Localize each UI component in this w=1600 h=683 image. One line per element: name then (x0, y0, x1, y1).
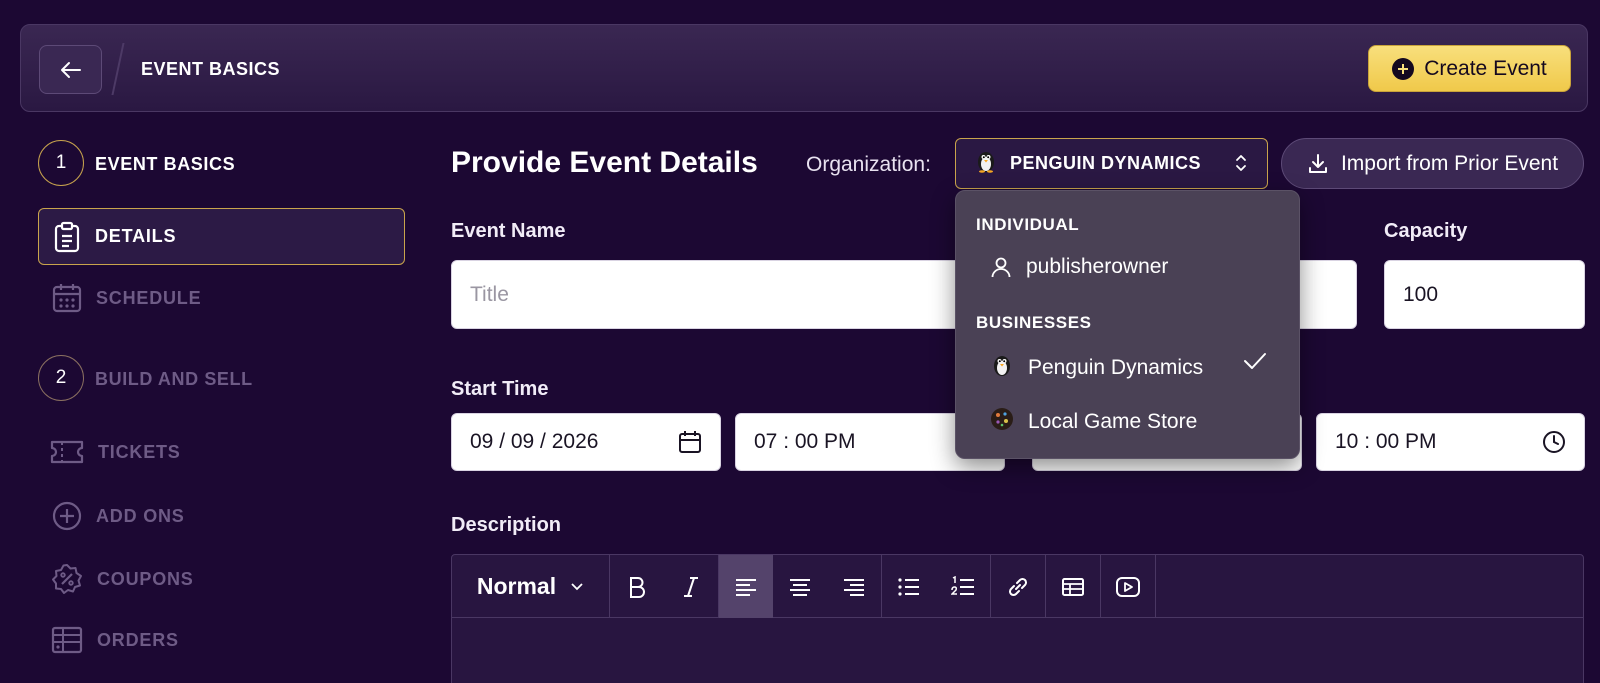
capacity-label: Capacity (1384, 220, 1468, 242)
ticket-icon (50, 440, 84, 464)
calendar-icon (52, 284, 82, 313)
italic-icon (684, 576, 698, 597)
create-event-label: Create Event (1424, 56, 1547, 80)
top-bar: EVENT BASICS Create Event (20, 24, 1588, 112)
page-breadcrumb-title: EVENT BASICS (141, 59, 281, 79)
align-left-button[interactable] (719, 555, 773, 618)
sidebar-item-orders[interactable]: ORDERS (51, 626, 179, 654)
bullet-list-icon (898, 577, 919, 596)
check-icon (1244, 353, 1266, 369)
event-name-label: Event Name (451, 220, 566, 242)
sidebar-item-label: COUPONS (97, 568, 194, 589)
list-group (882, 555, 991, 618)
insert-group (991, 555, 1046, 618)
align-right-icon (844, 578, 864, 596)
import-label: Import from Prior Event (1340, 151, 1559, 175)
editor-toolbar: Normal (452, 555, 1583, 618)
download-icon (1308, 153, 1327, 173)
organization-selected-value: PENGUIN DYNAMICS (1010, 153, 1202, 173)
capacity-value: 100 (1403, 282, 1439, 306)
step-1-circle: 1 (38, 140, 84, 186)
page-title: Provide Event Details (451, 146, 758, 179)
create-event-button[interactable]: Create Event (1368, 45, 1571, 92)
align-center-button[interactable] (773, 555, 827, 618)
table-button[interactable] (1046, 555, 1100, 618)
calendar-icon[interactable] (678, 430, 702, 454)
block-style-value: Normal (476, 573, 557, 599)
chevron-up-down-icon (1236, 155, 1246, 171)
coupon-icon (52, 564, 82, 594)
format-group (610, 555, 719, 618)
dropdown-item-penguin-dynamics[interactable]: Penguin Dynamics (990, 353, 1280, 383)
step-1-label[interactable]: EVENT BASICS (95, 154, 235, 175)
sidebar-item-tickets[interactable]: TICKETS (50, 438, 181, 466)
dropdown-item-label: Local Game Store (1028, 410, 1198, 433)
bullet-list-button[interactable] (882, 555, 936, 618)
align-center-icon (790, 578, 810, 596)
dropdown-item-label: Penguin Dynamics (1028, 356, 1204, 379)
video-icon (1116, 576, 1140, 597)
align-group (719, 555, 882, 618)
align-left-icon (736, 578, 756, 596)
dropdown-group-individual: INDIVIDUAL (976, 215, 1080, 234)
capacity-input[interactable]: 100 (1384, 260, 1585, 329)
step-2-label[interactable]: BUILD AND SELL (95, 369, 253, 390)
table-group (1046, 555, 1101, 618)
sidebar-item-coupons[interactable]: COUPONS (51, 563, 194, 595)
sidebar-item-label: TICKETS (98, 441, 181, 462)
event-name-placeholder: Title (470, 282, 509, 306)
sidebar-item-label: ADD ONS (96, 505, 185, 526)
numbered-list-icon (951, 575, 974, 595)
import-from-prior-event-button[interactable]: Import from Prior Event (1281, 138, 1584, 189)
sidebar-item-label: ORDERS (97, 629, 179, 650)
link-icon (1008, 577, 1028, 596)
numbered-list-button[interactable] (936, 555, 990, 618)
orders-icon (51, 626, 83, 654)
bold-icon (630, 576, 645, 598)
align-right-button[interactable] (827, 555, 881, 618)
sidebar-item-label: DETAILS (95, 226, 177, 246)
video-button[interactable] (1101, 555, 1155, 618)
plus-circle-icon (1392, 57, 1415, 80)
organization-dropdown-menu: INDIVIDUAL publisherowner BUSINESSES Pen… (955, 190, 1300, 459)
block-style-select[interactable]: Normal (452, 555, 610, 618)
start-time-label: Start Time (451, 378, 549, 400)
start-time-value: 07 : 00 PM (754, 430, 856, 453)
plus-circle-icon (52, 501, 82, 531)
breadcrumb-divider (111, 43, 125, 95)
bold-button[interactable] (610, 555, 664, 618)
dropdown-item-publisherowner[interactable]: publisherowner (990, 255, 1168, 279)
store-avatar-icon (990, 407, 1014, 437)
dropdown-item-label: publisherowner (1026, 255, 1169, 278)
sidebar-item-add-ons[interactable]: ADD ONS (52, 501, 185, 531)
organization-select[interactable]: PENGUIN DYNAMICS (955, 138, 1268, 189)
user-icon (991, 257, 1011, 278)
sidebar-item-details[interactable]: DETAILS (38, 208, 405, 265)
organization-label: Organization: (806, 153, 931, 176)
arrow-left-icon (60, 61, 81, 78)
chevron-down-icon (571, 582, 583, 590)
description-editor[interactable]: Normal (451, 554, 1584, 683)
dropdown-item-local-game-store[interactable]: Local Game Store (990, 407, 1197, 437)
table-icon (1062, 577, 1084, 596)
description-label: Description (451, 514, 562, 536)
clock-icon[interactable] (1542, 430, 1566, 454)
start-date-input[interactable]: 09 / 09 / 2026 (451, 413, 721, 471)
back-button[interactable] (39, 45, 102, 94)
video-group (1101, 555, 1156, 618)
link-button[interactable] (991, 555, 1045, 618)
start-date-value: 09 / 09 / 2026 (470, 430, 599, 453)
end-time-input[interactable]: 10 : 00 PM (1316, 413, 1585, 471)
step-2-circle: 2 (38, 355, 84, 401)
penguin-avatar-icon (990, 353, 1014, 383)
italic-button[interactable] (664, 555, 718, 618)
penguin-avatar-icon (974, 149, 998, 178)
end-time-value: 10 : 00 PM (1335, 430, 1437, 453)
clipboard-icon (54, 221, 80, 252)
dropdown-group-businesses: BUSINESSES (976, 313, 1092, 332)
sidebar-item-schedule[interactable]: SCHEDULE (52, 283, 201, 313)
sidebar-item-label: SCHEDULE (96, 287, 202, 308)
